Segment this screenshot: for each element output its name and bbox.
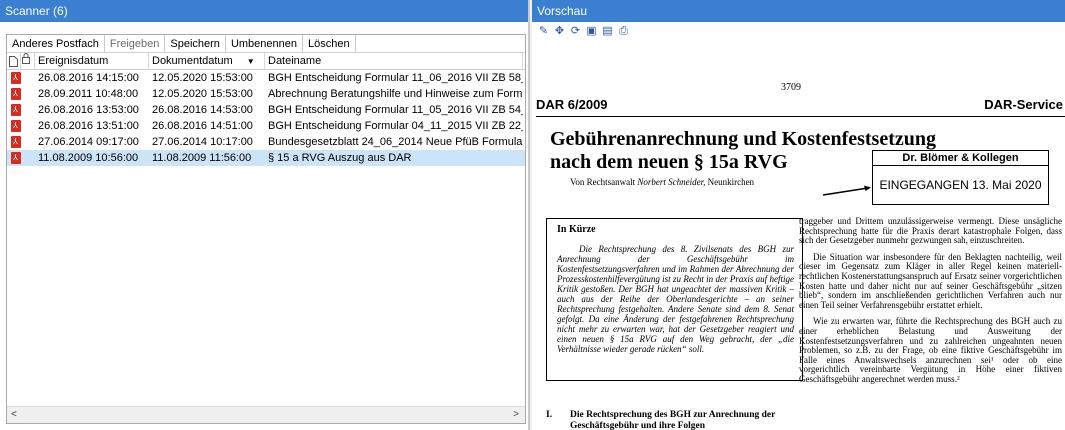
author-name: Norbert Schneider,	[637, 177, 706, 187]
column-dateiname[interactable]: Dateiname	[265, 53, 523, 69]
table-row[interactable]: ⅄ 26.08.2016 13:53:00 26.08.2016 14:53:00 B…	[7, 102, 525, 118]
fit-page-icon[interactable]: ▣	[586, 25, 597, 37]
table-row[interactable]: ⅄ 26.08.2016 14:15:00 12.05.2020 15:53:00 B…	[7, 70, 525, 86]
scroll-right-icon[interactable]: >	[513, 409, 519, 420]
save-button[interactable]: Speichern	[165, 35, 226, 52]
scanner-pane: Scanner (6) Anderes Postfach Freigeben S…	[0, 0, 530, 430]
move-icon[interactable]: ✥	[554, 25, 565, 37]
lock-cell	[21, 86, 35, 102]
pdf-icon-glyph: ⅄	[10, 136, 21, 148]
pdf-icon-glyph: ⅄	[10, 104, 21, 116]
dateiname-cell: BGH Entscheidung Formular 11_06_2016 VII…	[268, 72, 523, 84]
author-prefix: Von Rechtsanwalt	[570, 177, 638, 187]
dateiname-cell: BGH Entscheidung Formular 11_05_2016 VII…	[268, 104, 523, 116]
stamp-received-date: EINGEGANGEN 13. Mai 2020	[879, 178, 1042, 192]
preview-title: Vorschau	[532, 0, 1065, 22]
paragraph: traggeber und Drittem unzulässigerweise …	[799, 216, 1062, 246]
page-number: 3709	[781, 82, 801, 93]
summary-text: Die Rechtsprechung des 8. Zivilsenats de…	[557, 244, 794, 354]
scanner-list-panel: Anderes Postfach Freigeben Speichern Umb…	[6, 34, 526, 424]
article-heading-line1: Gebührenanrechnung und Kostenfestsetzung	[550, 128, 936, 150]
table-row[interactable]: ⅄ 28.09.2011 10:48:00 12.05.2020 15:53:00 A…	[7, 86, 525, 102]
summary-heading: In Kürze	[557, 224, 596, 235]
lock-cell	[21, 70, 35, 86]
lock-cell	[21, 102, 35, 118]
section-number: I.	[546, 410, 553, 420]
edit-icon[interactable]: ✎	[538, 25, 549, 37]
file-list: ⅄ 26.08.2016 14:15:00 12.05.2020 15:53:00 B…	[7, 70, 525, 166]
column-dokumentdatum-label: Dokumentdatum	[152, 55, 233, 67]
table-row[interactable]: ⅄ 11.08.2009 10:56:00 11.08.2009 11:56:00 §…	[7, 150, 525, 166]
rotate-icon[interactable]: ⟳	[570, 25, 581, 37]
article-column-right: traggeber und Drittem unzulässigerweise …	[799, 216, 1062, 392]
lock-icon[interactable]	[21, 53, 35, 69]
dateiname-cell: § 15 a RVG Auszug aus DAR	[268, 152, 412, 164]
single-page-icon[interactable]: ▤	[602, 25, 613, 37]
pdf-file-icon: ⅄	[7, 102, 21, 118]
author-suffix: Neunkirchen	[705, 177, 755, 187]
section-label: DAR-Service	[984, 97, 1063, 112]
ereignisdatum-cell: 26.08.2016 14:15:00	[38, 72, 139, 84]
lock-cell	[21, 150, 35, 166]
ereignisdatum-cell: 28.09.2011 10:48:00	[38, 88, 139, 100]
scroll-left-icon[interactable]: <	[11, 409, 17, 420]
column-dokumentdatum[interactable]: Dokumentdatum ▼	[149, 53, 265, 69]
dateiname-cell: Abrechnung Beratungshilfe und Hinweise z…	[268, 88, 523, 100]
paragraph: Die Situation war insbesondere für den B…	[799, 251, 1062, 310]
dokumentdatum-cell: 12.05.2020 15:53:00	[152, 88, 253, 100]
dokumentdatum-cell: 11.08.2009 11:56:00	[152, 152, 252, 164]
pdf-file-icon: ⅄	[7, 118, 21, 134]
pdf-icon-glyph: ⅄	[10, 120, 21, 132]
dokumentdatum-cell: 12.05.2020 15:53:00	[152, 72, 253, 84]
other-mailbox-button[interactable]: Anderes Postfach	[7, 35, 105, 52]
document-preview[interactable]: 3709 DAR 6/2009 DAR-Service Gebührenanre…	[532, 40, 1065, 430]
ereignisdatum-cell: 26.08.2016 13:51:00	[38, 120, 139, 132]
pdf-file-icon: ⅄	[7, 150, 21, 166]
dokumentdatum-cell: 27.06.2014 10:17:00	[152, 136, 253, 148]
column-ereignisdatum[interactable]: Ereignisdatum	[35, 53, 149, 69]
ereignisdatum-cell: 27.06.2014 09:17:00	[38, 136, 139, 148]
rename-button[interactable]: Umbenennen	[226, 35, 303, 52]
lock-cell	[21, 118, 35, 134]
table-row[interactable]: ⅄ 27.06.2014 09:17:00 27.06.2014 10:17:00 B…	[7, 134, 525, 150]
ereignisdatum-cell: 26.08.2016 13:53:00	[38, 104, 139, 116]
preview-toolbar: ✎ ✥ ⟳ ▣ ▤ ⎙	[532, 22, 1065, 41]
section-heading-line1: Die Rechtsprechung des BGH zur Anrechnun…	[570, 410, 776, 420]
scanner-title: Scanner (6)	[0, 0, 528, 22]
dokumentdatum-cell: 26.08.2016 14:53:00	[152, 104, 253, 116]
stamp-arrow	[822, 185, 871, 196]
sort-desc-icon: ▼	[246, 57, 255, 66]
release-button[interactable]: Freigeben	[105, 35, 166, 52]
stamp-firm: Dr. Blömer & Kollegen	[873, 151, 1048, 166]
dateiname-cell: Bundesgesetzblatt 24_06_2014 Neue PfüB F…	[268, 136, 523, 148]
delete-button[interactable]: Löschen	[303, 35, 356, 52]
table-header: Ereignisdatum Dokumentdatum ▼ Dateiname	[7, 53, 525, 70]
dateiname-cell: BGH Entscheidung Formular 04_11_2015 VII…	[268, 120, 523, 132]
pdf-file-icon: ⅄	[7, 86, 21, 102]
doc-type-icon[interactable]	[7, 53, 21, 69]
pdf-icon-glyph: ⅄	[10, 88, 21, 100]
dokumentdatum-cell: 26.08.2016 14:51:00	[152, 120, 253, 132]
section-heading: I. Die Rechtsprechung des BGH zur Anrechn…	[546, 410, 796, 430]
ereignisdatum-cell: 11.08.2009 10:56:00	[38, 152, 139, 164]
scanner-toolbar: Anderes Postfach Freigeben Speichern Umb…	[7, 35, 525, 53]
section-heading-line2: Geschäftsgebühr und ihre Folgen	[570, 421, 706, 430]
journal-label: DAR 6/2009	[536, 97, 608, 112]
horizontal-scrollbar[interactable]: < >	[7, 406, 525, 423]
summary-box: In Kürze Die Rechtsprechung des 8. Zivil…	[546, 218, 803, 381]
pdf-icon-glyph: ⅄	[10, 152, 21, 164]
pdf-file-icon: ⅄	[7, 134, 21, 150]
received-stamp: Dr. Blömer & Kollegen EINGEGANGEN 13. Ma…	[872, 150, 1049, 205]
paragraph: Wie zu erwarten war, führte die Rechtspr…	[799, 316, 1062, 384]
pdf-file-icon: ⅄	[7, 70, 21, 86]
pdf-icon-glyph: ⅄	[10, 72, 21, 84]
author-line: Von Rechtsanwalt Norbert Schneider, Neun…	[570, 177, 754, 187]
header-rule	[536, 116, 1065, 117]
table-row[interactable]: ⅄ 26.08.2016 13:51:00 26.08.2016 14:51:00 B…	[7, 118, 525, 134]
print-icon[interactable]: ⎙	[618, 25, 629, 37]
lock-cell	[21, 134, 35, 150]
preview-pane: Vorschau ✎ ✥ ⟳ ▣ ▤ ⎙ 3709 DAR 6/2009 DAR…	[532, 0, 1065, 430]
